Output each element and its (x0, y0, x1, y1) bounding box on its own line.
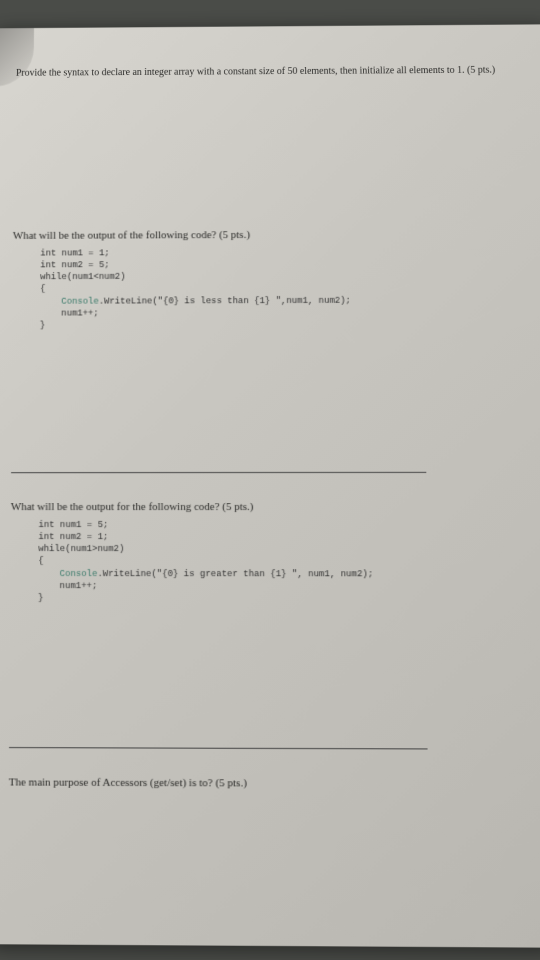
code-line: { (38, 556, 43, 566)
code-line: while(num1>num2) (38, 544, 124, 554)
question-3: What will be the output for the followin… (10, 501, 532, 605)
question-1: Provide the syntax to declare an integer… (14, 64, 528, 81)
question-1-text: Provide the syntax to declare an integer… (16, 64, 528, 81)
question-2: What will be the output of the following… (12, 228, 530, 332)
answer-space-3 (9, 632, 533, 724)
code-line: .WriteLine("{0} is greater than {1} ", n… (97, 569, 373, 579)
question-2-code: int num1 = 1; int num2 = 5; while(num1<n… (40, 246, 530, 332)
code-line: } (40, 320, 45, 330)
divider-1 (11, 472, 426, 473)
answer-space-2 (11, 358, 530, 448)
question-3-text: What will be the output for the followin… (11, 501, 531, 513)
divider-2 (9, 747, 428, 749)
code-console-keyword: Console (40, 296, 99, 306)
code-line: .WriteLine("{0} is less than {1} ",num1,… (99, 295, 351, 306)
question-4: The main purpose of Accessors (get/set) … (9, 776, 534, 790)
question-4-text: The main purpose of Accessors (get/set) … (9, 776, 534, 790)
code-line: { (40, 284, 45, 294)
code-line: num1++; (40, 308, 99, 318)
answer-space-1 (13, 105, 529, 230)
question-2-text: What will be the output of the following… (13, 228, 529, 242)
code-line: int num2 = 5; (40, 260, 109, 270)
code-line: int num1 = 1; (40, 248, 109, 258)
code-line: while(num1<num2) (40, 272, 125, 282)
code-line: } (38, 593, 43, 603)
code-line: int num2 = 1; (38, 532, 108, 542)
question-3-code: int num1 = 5; int num2 = 1; while(num1>n… (38, 519, 532, 605)
exam-paper: Provide the syntax to declare an integer… (0, 24, 540, 947)
code-console-keyword: Console (38, 569, 97, 579)
code-line: int num1 = 5; (38, 520, 108, 530)
code-line: num1++; (38, 581, 97, 591)
